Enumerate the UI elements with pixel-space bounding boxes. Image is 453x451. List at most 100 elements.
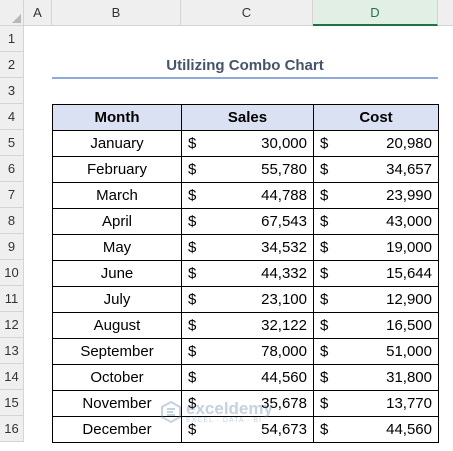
sales-cell[interactable]: $78,000 <box>181 338 314 365</box>
cost-amount: 16,500 <box>386 317 432 334</box>
row-header-16[interactable]: 16 <box>0 416 24 442</box>
header-sales[interactable]: Sales <box>181 104 314 131</box>
row-header-8[interactable]: 8 <box>0 208 24 234</box>
cost-cell[interactable]: $20,980 <box>313 130 439 157</box>
sheet-title[interactable]: Utilizing Combo Chart <box>52 52 438 78</box>
row-header-15[interactable]: 15 <box>0 390 24 416</box>
table-row: September $78,000 $51,000 <box>52 338 439 365</box>
sales-cell[interactable]: $35,678 <box>181 390 314 417</box>
cost-cell[interactable]: $51,000 <box>313 338 439 365</box>
sales-amount: 67,543 <box>261 213 307 230</box>
currency-symbol: $ <box>188 395 197 412</box>
row-header-9[interactable]: 9 <box>0 234 24 260</box>
sales-cell[interactable]: $32,122 <box>181 312 314 339</box>
sales-amount: 54,673 <box>261 421 307 438</box>
row-header-10[interactable]: 10 <box>0 260 24 286</box>
month-cell[interactable]: February <box>52 156 182 183</box>
sales-cell[interactable]: $44,332 <box>181 260 314 287</box>
cost-cell[interactable]: $13,770 <box>313 390 439 417</box>
currency-symbol: $ <box>320 369 329 386</box>
month-cell[interactable]: May <box>52 234 182 261</box>
sales-cell[interactable]: $23,100 <box>181 286 314 313</box>
row-header-14[interactable]: 14 <box>0 364 24 390</box>
cost-cell[interactable]: $23,990 <box>313 182 439 209</box>
cost-value: $20,980 <box>314 131 438 156</box>
cost-cell[interactable]: $12,900 <box>313 286 439 313</box>
currency-symbol: $ <box>320 135 329 152</box>
cost-cell[interactable]: $43,000 <box>313 208 439 235</box>
table-row: February $55,780 $34,657 <box>52 156 439 183</box>
sales-cell[interactable]: $44,560 <box>181 364 314 391</box>
header-month[interactable]: Month <box>52 104 182 131</box>
cost-amount: 15,644 <box>386 265 432 282</box>
currency-symbol: $ <box>320 239 329 256</box>
row-header-11[interactable]: 11 <box>0 286 24 312</box>
sales-amount: 30,000 <box>261 135 307 152</box>
cost-amount: 19,000 <box>386 239 432 256</box>
currency-symbol: $ <box>188 213 197 230</box>
cost-cell[interactable]: $34,657 <box>313 156 439 183</box>
sales-value: $44,332 <box>182 261 313 286</box>
sales-cell[interactable]: $67,543 <box>181 208 314 235</box>
row-header-13[interactable]: 13 <box>0 338 24 364</box>
cost-value: $34,657 <box>314 157 438 182</box>
month-cell[interactable]: September <box>52 338 182 365</box>
column-header-b[interactable]: B <box>52 0 181 26</box>
column-header-e[interactable] <box>438 0 453 26</box>
currency-symbol: $ <box>188 265 197 282</box>
cost-value: $19,000 <box>314 235 438 260</box>
currency-symbol: $ <box>188 343 197 360</box>
header-cost[interactable]: Cost <box>313 104 439 131</box>
sales-value: $54,673 <box>182 417 313 442</box>
row-header-3[interactable]: 3 <box>0 78 24 104</box>
select-all-corner[interactable] <box>0 0 24 26</box>
cost-amount: 20,980 <box>386 135 432 152</box>
sales-amount: 55,780 <box>261 161 307 178</box>
currency-symbol: $ <box>188 317 197 334</box>
month-cell[interactable]: June <box>52 260 182 287</box>
sales-value: $44,788 <box>182 183 313 208</box>
currency-symbol: $ <box>320 395 329 412</box>
cost-cell[interactable]: $44,560 <box>313 416 439 443</box>
row-header-4[interactable]: 4 <box>0 104 24 130</box>
sales-cost-table: Month Sales Cost January $30,000 $20,980 Fe… <box>52 104 439 443</box>
cost-value: $44,560 <box>314 417 438 442</box>
sales-cell[interactable]: $30,000 <box>181 130 314 157</box>
month-cell[interactable]: January <box>52 130 182 157</box>
currency-symbol: $ <box>188 161 197 178</box>
month-cell[interactable]: December <box>52 416 182 443</box>
sales-amount: 23,100 <box>261 291 307 308</box>
month-cell[interactable]: November <box>52 390 182 417</box>
table-row: June $44,332 $15,644 <box>52 260 439 287</box>
row-header-2[interactable]: 2 <box>0 52 24 78</box>
month-cell[interactable]: August <box>52 312 182 339</box>
column-header-c[interactable]: C <box>181 0 313 26</box>
cost-cell[interactable]: $15,644 <box>313 260 439 287</box>
column-header-d[interactable]: D <box>313 0 438 26</box>
sales-cell[interactable]: $54,673 <box>181 416 314 443</box>
sales-cell[interactable]: $34,532 <box>181 234 314 261</box>
sales-cell[interactable]: $44,788 <box>181 182 314 209</box>
table-row: December $54,673 $44,560 <box>52 416 439 443</box>
cost-amount: 43,000 <box>386 213 432 230</box>
cost-cell[interactable]: $31,800 <box>313 364 439 391</box>
row-header-1[interactable]: 1 <box>0 26 24 52</box>
month-cell[interactable]: July <box>52 286 182 313</box>
column-header-a[interactable]: A <box>24 0 52 26</box>
cost-cell[interactable]: $16,500 <box>313 312 439 339</box>
row-header-7[interactable]: 7 <box>0 182 24 208</box>
month-cell[interactable]: March <box>52 182 182 209</box>
row-header-5[interactable]: 5 <box>0 130 24 156</box>
row-header-12[interactable]: 12 <box>0 312 24 338</box>
row-header-6[interactable]: 6 <box>0 156 24 182</box>
cost-amount: 44,560 <box>386 421 432 438</box>
sales-amount: 44,560 <box>261 369 307 386</box>
cost-value: $15,644 <box>314 261 438 286</box>
cost-cell[interactable]: $19,000 <box>313 234 439 261</box>
month-cell[interactable]: October <box>52 364 182 391</box>
table-row: January $30,000 $20,980 <box>52 130 439 157</box>
table-row: May $34,532 $19,000 <box>52 234 439 261</box>
sales-cell[interactable]: $55,780 <box>181 156 314 183</box>
month-cell[interactable]: April <box>52 208 182 235</box>
table-row: April $67,543 $43,000 <box>52 208 439 235</box>
